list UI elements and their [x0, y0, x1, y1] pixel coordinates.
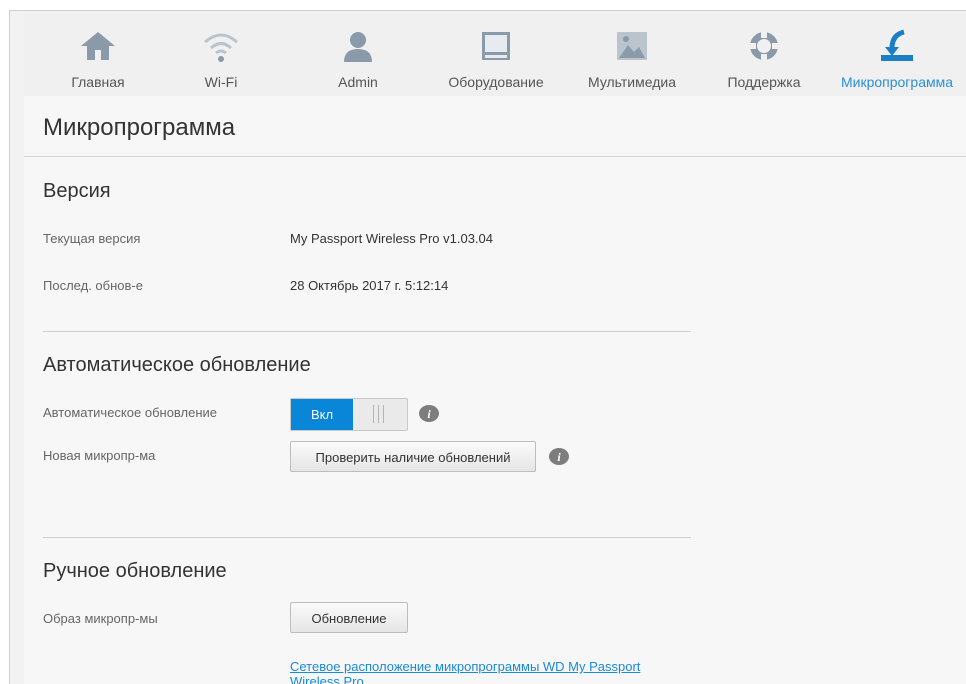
current-version-label: Текущая версия	[43, 231, 141, 246]
nav-label-admin: Admin	[338, 74, 378, 90]
auto-update-toggle[interactable]: Вкл	[290, 398, 408, 431]
info-icon[interactable]: i	[549, 448, 569, 465]
check-updates-button[interactable]: Проверить наличие обновлений	[290, 441, 536, 472]
nav-item-admin[interactable]: Admin	[304, 11, 412, 96]
nav-item-home[interactable]: Главная	[44, 11, 152, 96]
hardware-icon	[482, 32, 510, 60]
nav-label-support: Поддержка	[727, 74, 801, 90]
section-heading-manual-update: Ручное обновление	[43, 560, 227, 582]
user-icon	[344, 32, 372, 62]
firmware-download-icon	[881, 29, 913, 61]
last-update-value: 28 Октябрь 2017 г. 5:12:14	[290, 278, 449, 293]
top-navigation: Главная Wi-Fi Admin Оборудование Мультим…	[24, 11, 966, 96]
nav-item-support[interactable]: Поддержка	[710, 11, 818, 96]
new-firmware-label: Новая микропр-ма	[43, 448, 156, 463]
nav-item-firmware[interactable]: Микропрограмма	[832, 11, 962, 96]
section-heading-version: Версия	[43, 180, 111, 202]
app-frame: Главная Wi-Fi Admin Оборудование Мультим…	[9, 10, 966, 684]
last-update-label: Послед. обнов-е	[43, 278, 143, 293]
divider	[43, 331, 691, 332]
nav-label-home: Главная	[71, 74, 125, 90]
nav-label-firmware: Микропрограмма	[840, 74, 954, 90]
firmware-location-link[interactable]: Сетевое расположение микропрограммы WD M…	[290, 659, 690, 684]
toggle-grip-icon	[371, 405, 387, 423]
info-icon[interactable]: i	[419, 405, 439, 422]
page-title: Микропрограмма	[43, 114, 236, 141]
auto-update-label: Автоматическое обновление	[43, 405, 218, 420]
nav-label-hardware: Оборудование	[448, 74, 544, 90]
nav-label-multimedia: Мультимедиа	[588, 74, 676, 90]
divider	[43, 537, 691, 538]
nav-label-wifi: Wi-Fi	[204, 74, 238, 90]
nav-item-hardware[interactable]: Оборудование	[434, 11, 558, 96]
nav-item-wifi[interactable]: Wi-Fi	[167, 11, 275, 96]
lifebuoy-icon	[750, 32, 778, 60]
section-heading-auto-update: Автоматическое обновление	[43, 354, 311, 376]
toggle-on-label: Вкл	[291, 399, 353, 430]
nav-item-multimedia[interactable]: Мультимедиа	[570, 11, 694, 96]
wifi-icon	[204, 33, 238, 62]
media-icon	[617, 32, 647, 60]
main-content: Микропрограмма Версия Текущая версия My …	[24, 96, 966, 684]
current-version-value: My Passport Wireless Pro v1.03.04	[290, 231, 494, 246]
firmware-image-label: Образ микропр-мы	[43, 611, 158, 626]
home-icon	[81, 32, 115, 60]
divider	[24, 156, 966, 157]
update-button[interactable]: Обновление	[290, 602, 408, 633]
